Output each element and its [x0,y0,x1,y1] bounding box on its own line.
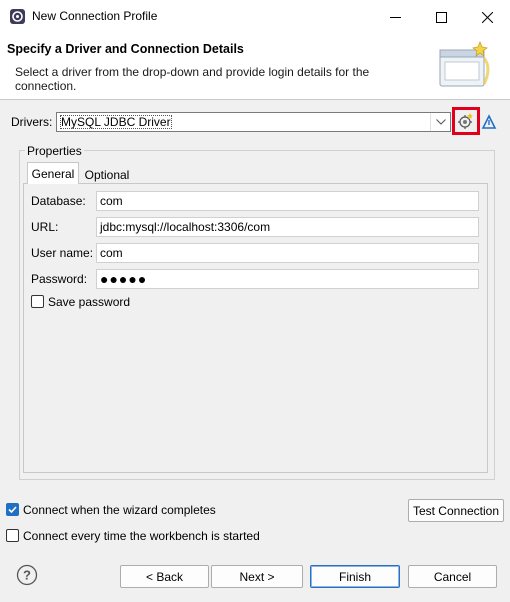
header-description: Select a driver from the drop-down and p… [15,65,370,93]
password-field[interactable]: ●●●●● [96,269,479,289]
svg-text:?: ? [23,568,31,583]
next-button[interactable]: Next > [211,565,303,588]
minimize-button[interactable] [372,0,418,34]
header-title: Specify a Driver and Connection Details [7,42,244,56]
help-icon[interactable]: ? [16,564,38,586]
drivers-selected-value: MySQL JDBC Driver [60,115,172,129]
checkmark-icon [8,506,17,514]
cancel-button[interactable]: Cancel [408,565,497,588]
tab-optional-label: Optional [84,167,130,182]
window-title: New Connection Profile [32,9,158,23]
new-driver-icon [458,113,473,129]
save-password-label: Save password [48,295,131,309]
tab-general[interactable]: General [27,162,79,184]
edit-driver-icon[interactable] [481,114,497,130]
finish-button[interactable]: Finish [310,565,400,588]
close-icon [481,11,493,23]
back-button[interactable]: < Back [120,565,209,588]
connect-on-startup-label: Connect every time the workbench is star… [23,529,260,543]
connect-on-startup-checkbox[interactable] [6,529,19,542]
password-label: Password: [31,272,88,286]
tab-optional[interactable]: Optional [79,165,135,184]
url-field[interactable]: jdbc:mysql://localhost:3306/com [96,217,479,237]
dropdown-chevron-icon[interactable] [430,113,450,131]
connect-when-finish-checkbox[interactable] [6,503,19,516]
save-password-checkbox[interactable] [31,295,44,308]
close-button[interactable] [464,0,510,34]
database-field[interactable]: com [96,191,479,211]
database-label: Database: [31,194,86,208]
maximize-button[interactable] [418,0,464,34]
wizard-banner-icon [439,41,490,87]
title-bar: New Connection Profile [0,0,510,34]
properties-label: Properties [25,144,84,158]
wizard-header: Specify a Driver and Connection Details … [0,34,510,100]
maximize-icon [435,11,447,23]
username-label: User name: [31,246,94,260]
new-driver-button[interactable] [452,107,480,135]
username-field[interactable]: com [96,243,479,263]
tab-general-label: General [31,166,75,181]
app-icon [10,9,25,24]
drivers-label: Drivers: [11,115,53,129]
minimize-icon [389,16,401,18]
url-label: URL: [31,220,59,234]
connect-when-finish-label: Connect when the wizard completes [23,503,216,517]
test-connection-button[interactable]: Test Connection [408,499,504,522]
drivers-dropdown[interactable]: MySQL JDBC Driver [56,112,451,132]
